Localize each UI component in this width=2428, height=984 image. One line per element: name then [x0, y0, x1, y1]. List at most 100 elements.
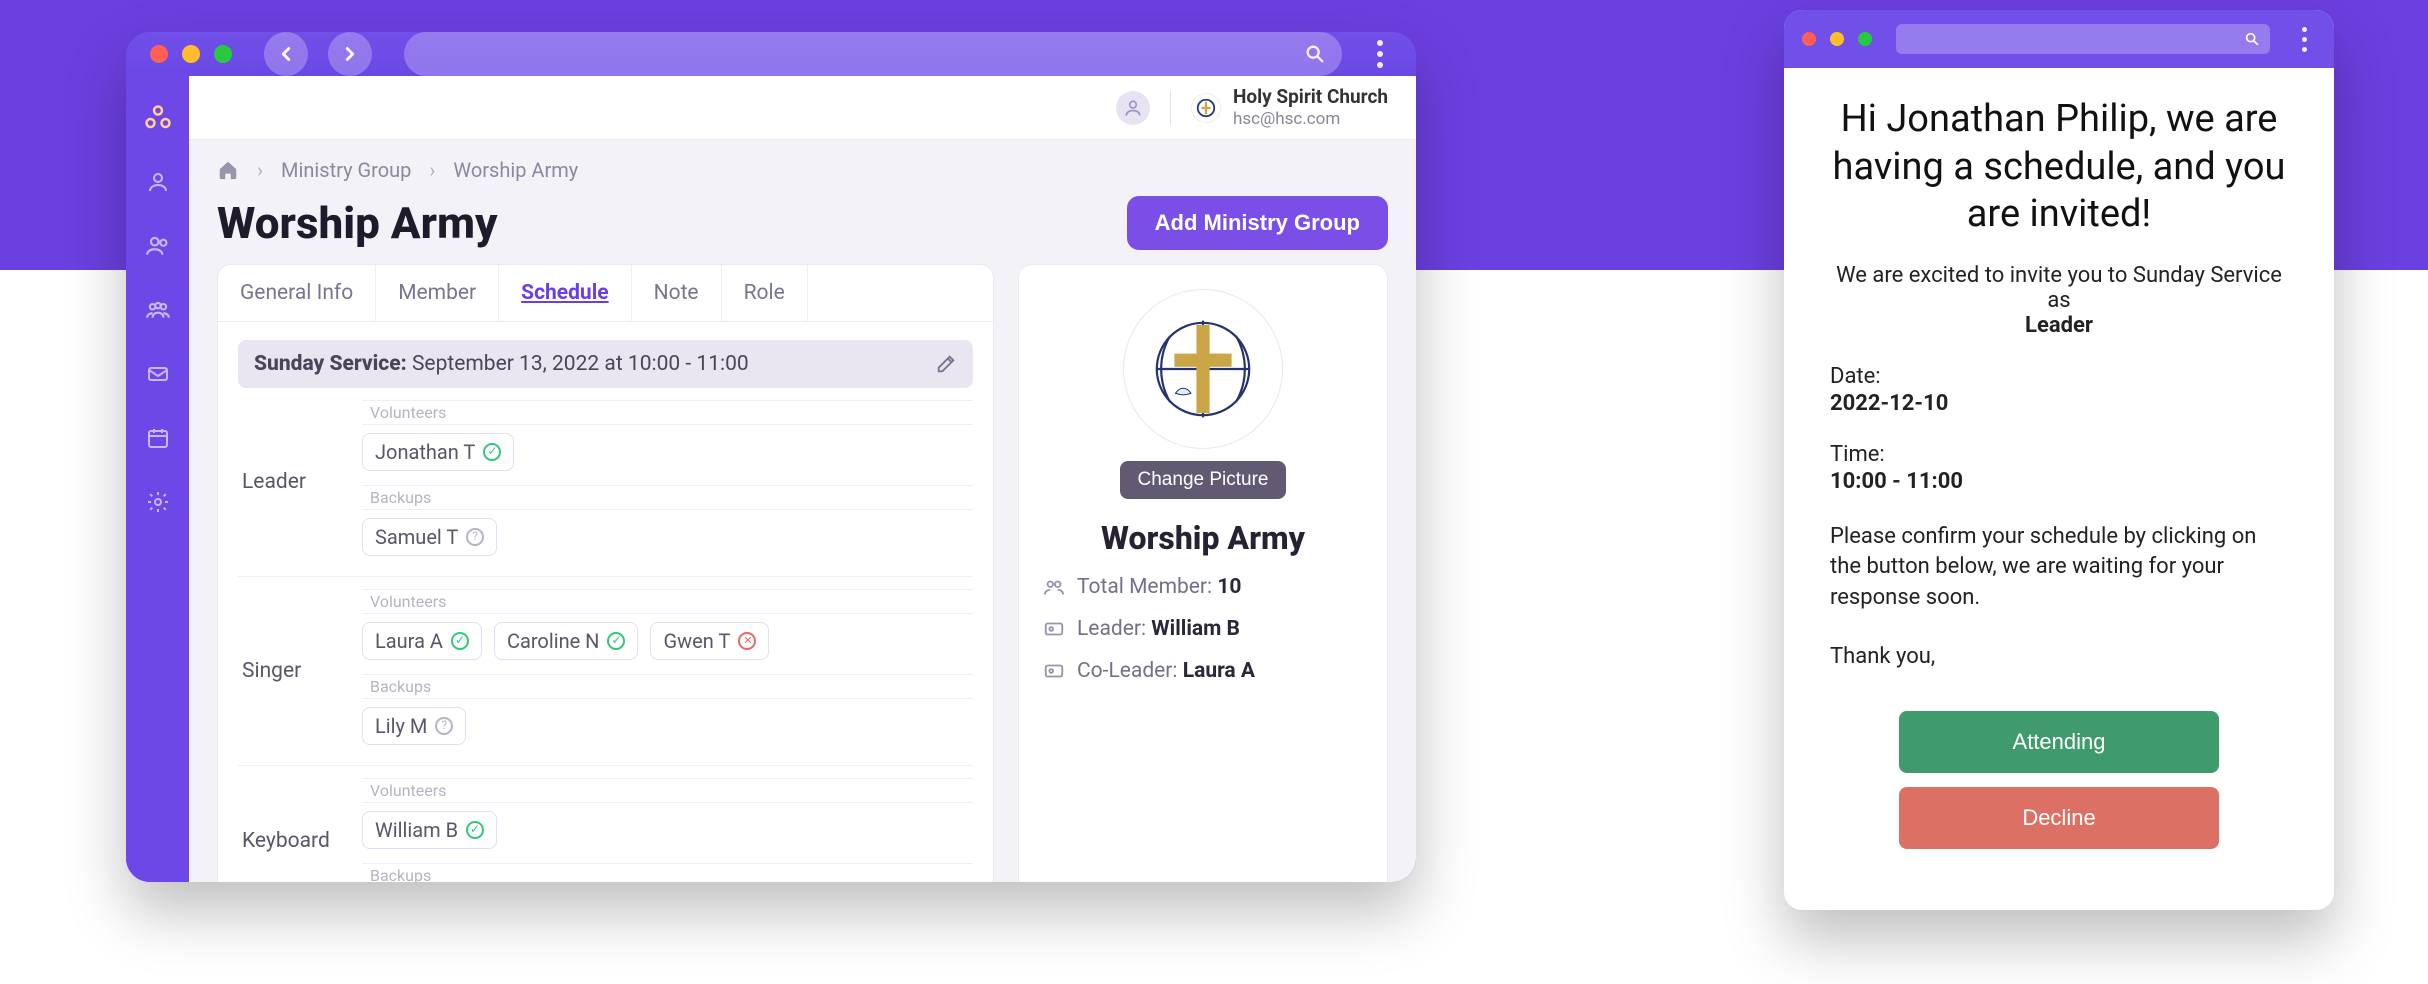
sidebar-item-group[interactable]: [140, 292, 176, 328]
id-icon: [1043, 660, 1065, 682]
tab-role[interactable]: Role: [722, 265, 808, 321]
schedule-card: General InfoMemberScheduleNoteRole Sunda…: [217, 264, 994, 882]
close-window-icon[interactable]: [150, 45, 168, 63]
person-chip[interactable]: Jonathan T: [362, 433, 514, 471]
email-intro: We are excited to invite you to Sunday S…: [1830, 263, 2288, 338]
church-logo-icon: [1191, 93, 1221, 123]
sidebar-item-people[interactable]: [140, 228, 176, 264]
leader-value: William B: [1151, 617, 1240, 641]
group-panel: Change Picture Worship Army Total Member…: [1018, 264, 1388, 882]
arrow-right-icon: [339, 43, 361, 65]
coleader-row: Co-Leader: Laura A: [1043, 659, 1363, 683]
url-bar[interactable]: [1896, 24, 2270, 54]
add-ministry-group-button[interactable]: Add Ministry Group: [1127, 196, 1388, 250]
traffic-lights: [1802, 32, 1872, 46]
change-picture-button[interactable]: Change Picture: [1120, 461, 1287, 499]
sidebar-item-person[interactable]: [140, 164, 176, 200]
role-name: Singer: [238, 589, 358, 753]
calendar-icon: [146, 426, 170, 450]
sidebar-item-mail[interactable]: [140, 356, 176, 392]
page-title: Worship Army: [217, 197, 497, 249]
role-sublabel: Backups: [362, 674, 973, 699]
minimize-window-icon[interactable]: [1830, 32, 1844, 46]
app-main: Holy Spirit Church hsc@hsc.com › Ministr…: [189, 76, 1416, 882]
sidebar-item-settings[interactable]: [140, 484, 176, 520]
app-window: Holy Spirit Church hsc@hsc.com › Ministr…: [126, 32, 1416, 882]
close-window-icon[interactable]: [1802, 32, 1816, 46]
church-info[interactable]: Holy Spirit Church hsc@hsc.com: [1191, 86, 1388, 129]
role-sublabel: Backups: [362, 863, 973, 882]
browser-menu-button[interactable]: [2292, 27, 2316, 52]
person-chip[interactable]: Samuel T: [362, 518, 497, 556]
maximize-window-icon[interactable]: [214, 45, 232, 63]
role-name: Keyboard: [238, 778, 358, 882]
tab-general-info[interactable]: General Info: [218, 265, 376, 321]
person-chip[interactable]: Caroline N: [494, 622, 639, 660]
service-header[interactable]: Sunday Service: September 13, 2022 at 10…: [238, 340, 973, 388]
role-block: LeaderVolunteersJonathan TBackupsSamuel …: [238, 388, 973, 577]
mail-icon: [146, 362, 170, 386]
role-sublabel: Volunteers: [362, 589, 973, 614]
tabs: General InfoMemberScheduleNoteRole: [218, 265, 993, 322]
church-email: hsc@hsc.com: [1233, 109, 1388, 129]
nav-back-button[interactable]: [264, 32, 308, 76]
tab-member[interactable]: Member: [376, 265, 499, 321]
app-topbar: Holy Spirit Church hsc@hsc.com: [189, 76, 1416, 140]
group-name: Worship Army: [1101, 519, 1305, 557]
person-chip[interactable]: William B: [362, 811, 497, 849]
person-chip[interactable]: Lily M: [362, 707, 466, 745]
email-browser-bar: [1784, 10, 2334, 68]
maximize-window-icon[interactable]: [1858, 32, 1872, 46]
home-icon[interactable]: [217, 159, 239, 181]
person-chip[interactable]: Laura A: [362, 622, 482, 660]
chevron-right-icon: ›: [257, 158, 263, 182]
url-bar[interactable]: [404, 32, 1342, 76]
email-title: Hi Jonathan Philip, we are having a sche…: [1830, 96, 2288, 239]
search-icon: [1304, 43, 1326, 65]
attending-button[interactable]: Attending: [1899, 711, 2219, 773]
browser-bar: [126, 32, 1416, 76]
status-ok-icon: [451, 632, 469, 650]
total-member-value: 10: [1217, 575, 1241, 599]
role-sublabel: Backups: [362, 485, 973, 510]
divider: [1170, 91, 1171, 125]
edit-icon[interactable]: [935, 353, 957, 375]
people-icon: [1043, 576, 1065, 598]
traffic-lights: [150, 45, 232, 63]
minimize-window-icon[interactable]: [182, 45, 200, 63]
browser-menu-button[interactable]: [1368, 40, 1392, 68]
app-logo-icon[interactable]: [140, 100, 176, 136]
role-block: SingerVolunteers Laura A Caroline N Gwen T B…: [238, 577, 973, 766]
breadcrumb-group[interactable]: Ministry Group: [281, 158, 411, 182]
status-ok-icon: [466, 821, 484, 839]
status-ok-icon: [483, 443, 501, 461]
coleader-value: Laura A: [1183, 659, 1255, 683]
logo-icon: [143, 103, 173, 133]
role-sublabel: Volunteers: [362, 400, 973, 425]
breadcrumb-current[interactable]: Worship Army: [453, 158, 578, 182]
email-window: Hi Jonathan Philip, we are having a sche…: [1784, 10, 2334, 910]
sidebar-item-calendar[interactable]: [140, 420, 176, 456]
person-icon: [146, 170, 170, 194]
status-pending-icon: [435, 717, 453, 735]
email-time: Time: 10:00 - 11:00: [1830, 442, 2288, 494]
church-cross-icon: [1148, 314, 1258, 424]
leader-row: Leader: William B: [1043, 617, 1363, 641]
email-role: Leader: [2025, 313, 2093, 338]
nav-forward-button[interactable]: [328, 32, 372, 76]
person-chip[interactable]: Gwen T: [650, 622, 769, 660]
id-icon: [1043, 618, 1065, 640]
church-name: Holy Spirit Church: [1233, 86, 1388, 109]
breadcrumb: › Ministry Group › Worship Army: [217, 158, 1388, 182]
service-label: Sunday Service:: [254, 352, 407, 376]
status-no-icon: [738, 632, 756, 650]
group-logo: [1123, 289, 1283, 449]
decline-button[interactable]: Decline: [1899, 787, 2219, 849]
status-pending-icon: [466, 528, 484, 546]
tab-note[interactable]: Note: [632, 265, 722, 321]
tab-schedule[interactable]: Schedule: [499, 265, 631, 321]
people-icon: [145, 233, 171, 259]
email-date: Date: 2022-12-10: [1830, 364, 2288, 416]
group-icon: [145, 297, 171, 323]
user-avatar[interactable]: [1116, 91, 1150, 125]
